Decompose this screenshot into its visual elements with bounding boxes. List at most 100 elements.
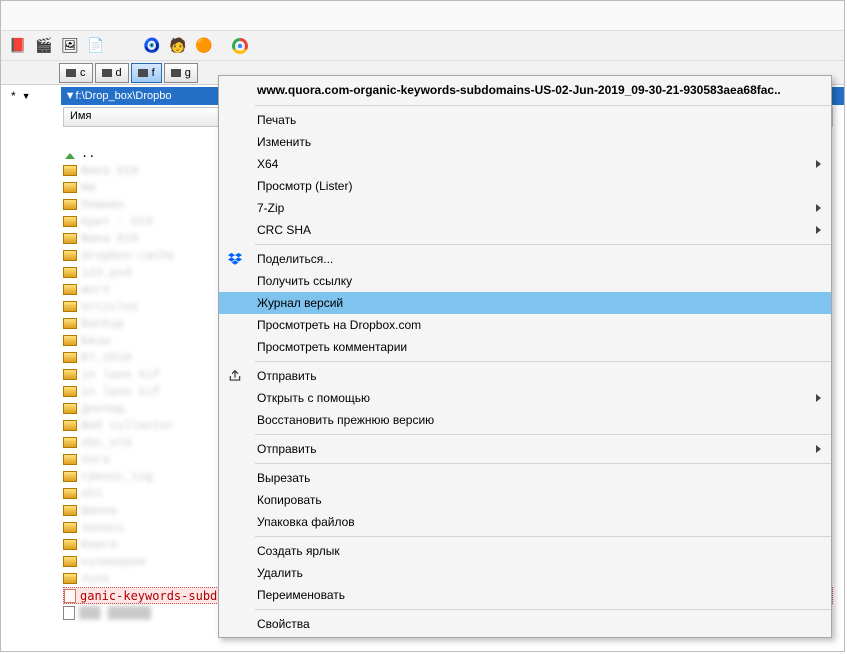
folder-icon [63,233,77,244]
folder-icon [63,556,77,567]
context-menu-separator [255,536,831,537]
context-menu-item[interactable]: Печать [219,109,831,131]
toolbar-icon-7[interactable] [230,36,250,56]
file-name-blurred: ███ ██████ [79,606,199,620]
context-menu-item[interactable]: Копировать [219,489,831,511]
context-menu-item[interactable]: Просмотреть комментарии [219,336,831,358]
folder-name-blurred: in lane kif [81,368,201,382]
context-menu-item[interactable]: Просмотр (Lister) [219,175,831,197]
folder-icon [63,420,77,431]
context-menu: www.quora.com-organic-keywords-subdomain… [218,75,832,638]
folder-icon [63,335,77,346]
share-icon [227,368,243,384]
folder-name-blurred: Ню [81,181,201,195]
updir-icon [63,147,77,161]
folder-icon [63,403,77,414]
context-menu-item[interactable]: Свойства [219,613,831,635]
context-menu-item[interactable]: Переименовать [219,584,831,606]
folder-name-blurred: articles [81,300,201,314]
folder-icon [63,318,77,329]
folder-icon [63,199,77,210]
drive-d[interactable]: d [95,63,129,83]
context-menu-item[interactable]: Журнал версий [219,292,831,314]
file-icon [64,589,76,603]
updir-label: .. [81,147,95,161]
folder-icon [63,505,77,516]
drive-c[interactable]: c [59,63,93,83]
context-menu-item[interactable]: Удалить [219,562,831,584]
context-menu-item[interactable]: Изменить [219,131,831,153]
context-menu-item[interactable]: Получить ссылку [219,270,831,292]
folder-icon [63,216,77,227]
dropbox-icon [227,251,243,267]
drive-f[interactable]: f [131,63,162,83]
context-menu-item[interactable]: Отправить [219,365,831,387]
context-menu-item[interactable]: Вырезать [219,467,831,489]
folder-icon [63,352,77,363]
folder-name-blurred: Помнин [81,198,201,212]
context-menu-item[interactable]: Восстановить прежнюю версию [219,409,831,431]
folder-name-blurred: Книги [81,538,201,552]
submenu-arrow-icon [816,204,821,212]
folder-name-blurred: могл [81,283,201,297]
folder-icon [63,250,77,261]
folder-name-blurred: in lane kif [81,385,201,399]
folder-icon [63,301,77,312]
folder-icon [63,369,77,380]
folder-name-blurred: Доклад [81,402,201,416]
toolbar-icon-6[interactable]: 🟠 [194,36,214,56]
context-menu-item[interactable]: Упаковка файлов [219,511,831,533]
submenu-arrow-icon [816,226,821,234]
context-menu-item[interactable]: Открыть с помощью [219,387,831,409]
folder-icon [63,454,77,465]
context-menu-separator [255,244,831,245]
history-dropdown[interactable]: ▼ [22,91,31,101]
folder-name-blurred: Веб collector [81,419,201,433]
context-menu-item[interactable]: Поделиться... [219,248,831,270]
folder-icon [63,267,77,278]
folder-name-blurred: Базы [81,334,201,348]
context-menu-item[interactable]: Отправить [219,438,831,460]
submenu-arrow-icon [816,445,821,453]
folder-name-blurred: dropbox-cache [81,249,201,263]
context-menu-separator [255,361,831,362]
context-menu-separator [255,463,831,464]
toolbar-icon-2[interactable]: 🖼 [60,36,80,56]
toolbar-icon-0[interactable]: 📕 [8,36,28,56]
folder-icon [63,488,77,499]
menubar [1,1,844,31]
folder-name-blurred: лунк [81,572,201,586]
context-menu-item[interactable]: Создать ярлык [219,540,831,562]
context-menu-item[interactable]: 7-Zip [219,197,831,219]
favorites-star[interactable]: * [11,89,16,103]
file-icon [63,606,75,620]
context-menu-item[interactable]: Просмотреть на Dropbox.com [219,314,831,336]
folder-name-blurred: кулинария [81,555,201,569]
toolbar-icon-4[interactable]: 🧿 [142,36,162,56]
folder-icon [63,165,77,176]
context-menu-separator [255,609,831,610]
submenu-arrow-icon [816,394,821,402]
folder-icon [63,386,77,397]
context-menu-title: www.quora.com-organic-keywords-subdomain… [219,78,831,102]
folder-icon [63,522,77,533]
folder-icon [63,437,77,448]
toolbar-icon-1[interactable]: 🎬 [34,36,54,56]
folder-name-blurred: B7_1010 [81,351,201,365]
context-menu-item[interactable]: X64 [219,153,831,175]
toolbar: 📕 🎬 🖼 📄 🧿 🧑 🟠 [1,31,844,61]
folder-name-blurred: запись [81,521,201,535]
folder-name-blurred: Шинна [81,504,201,518]
folder-name-blurred: Вика D19 [81,164,201,178]
folder-icon [63,182,77,193]
folder-name-blurred: ebc_old [81,436,201,450]
drive-g[interactable]: g [164,63,198,83]
context-menu-item[interactable]: CRC SHA [219,219,831,241]
toolbar-icon-3[interactable]: 📄 [86,36,106,56]
folder-icon [63,284,77,295]
toolbar-icon-5[interactable]: 🧑 [168,36,188,56]
folder-name-blurred: гренос_tog [81,470,201,484]
folder-icon [63,573,77,584]
folder-name-blurred: Вика D19 [81,232,201,246]
folder-name-blurred: Крит - D19 [81,215,201,229]
